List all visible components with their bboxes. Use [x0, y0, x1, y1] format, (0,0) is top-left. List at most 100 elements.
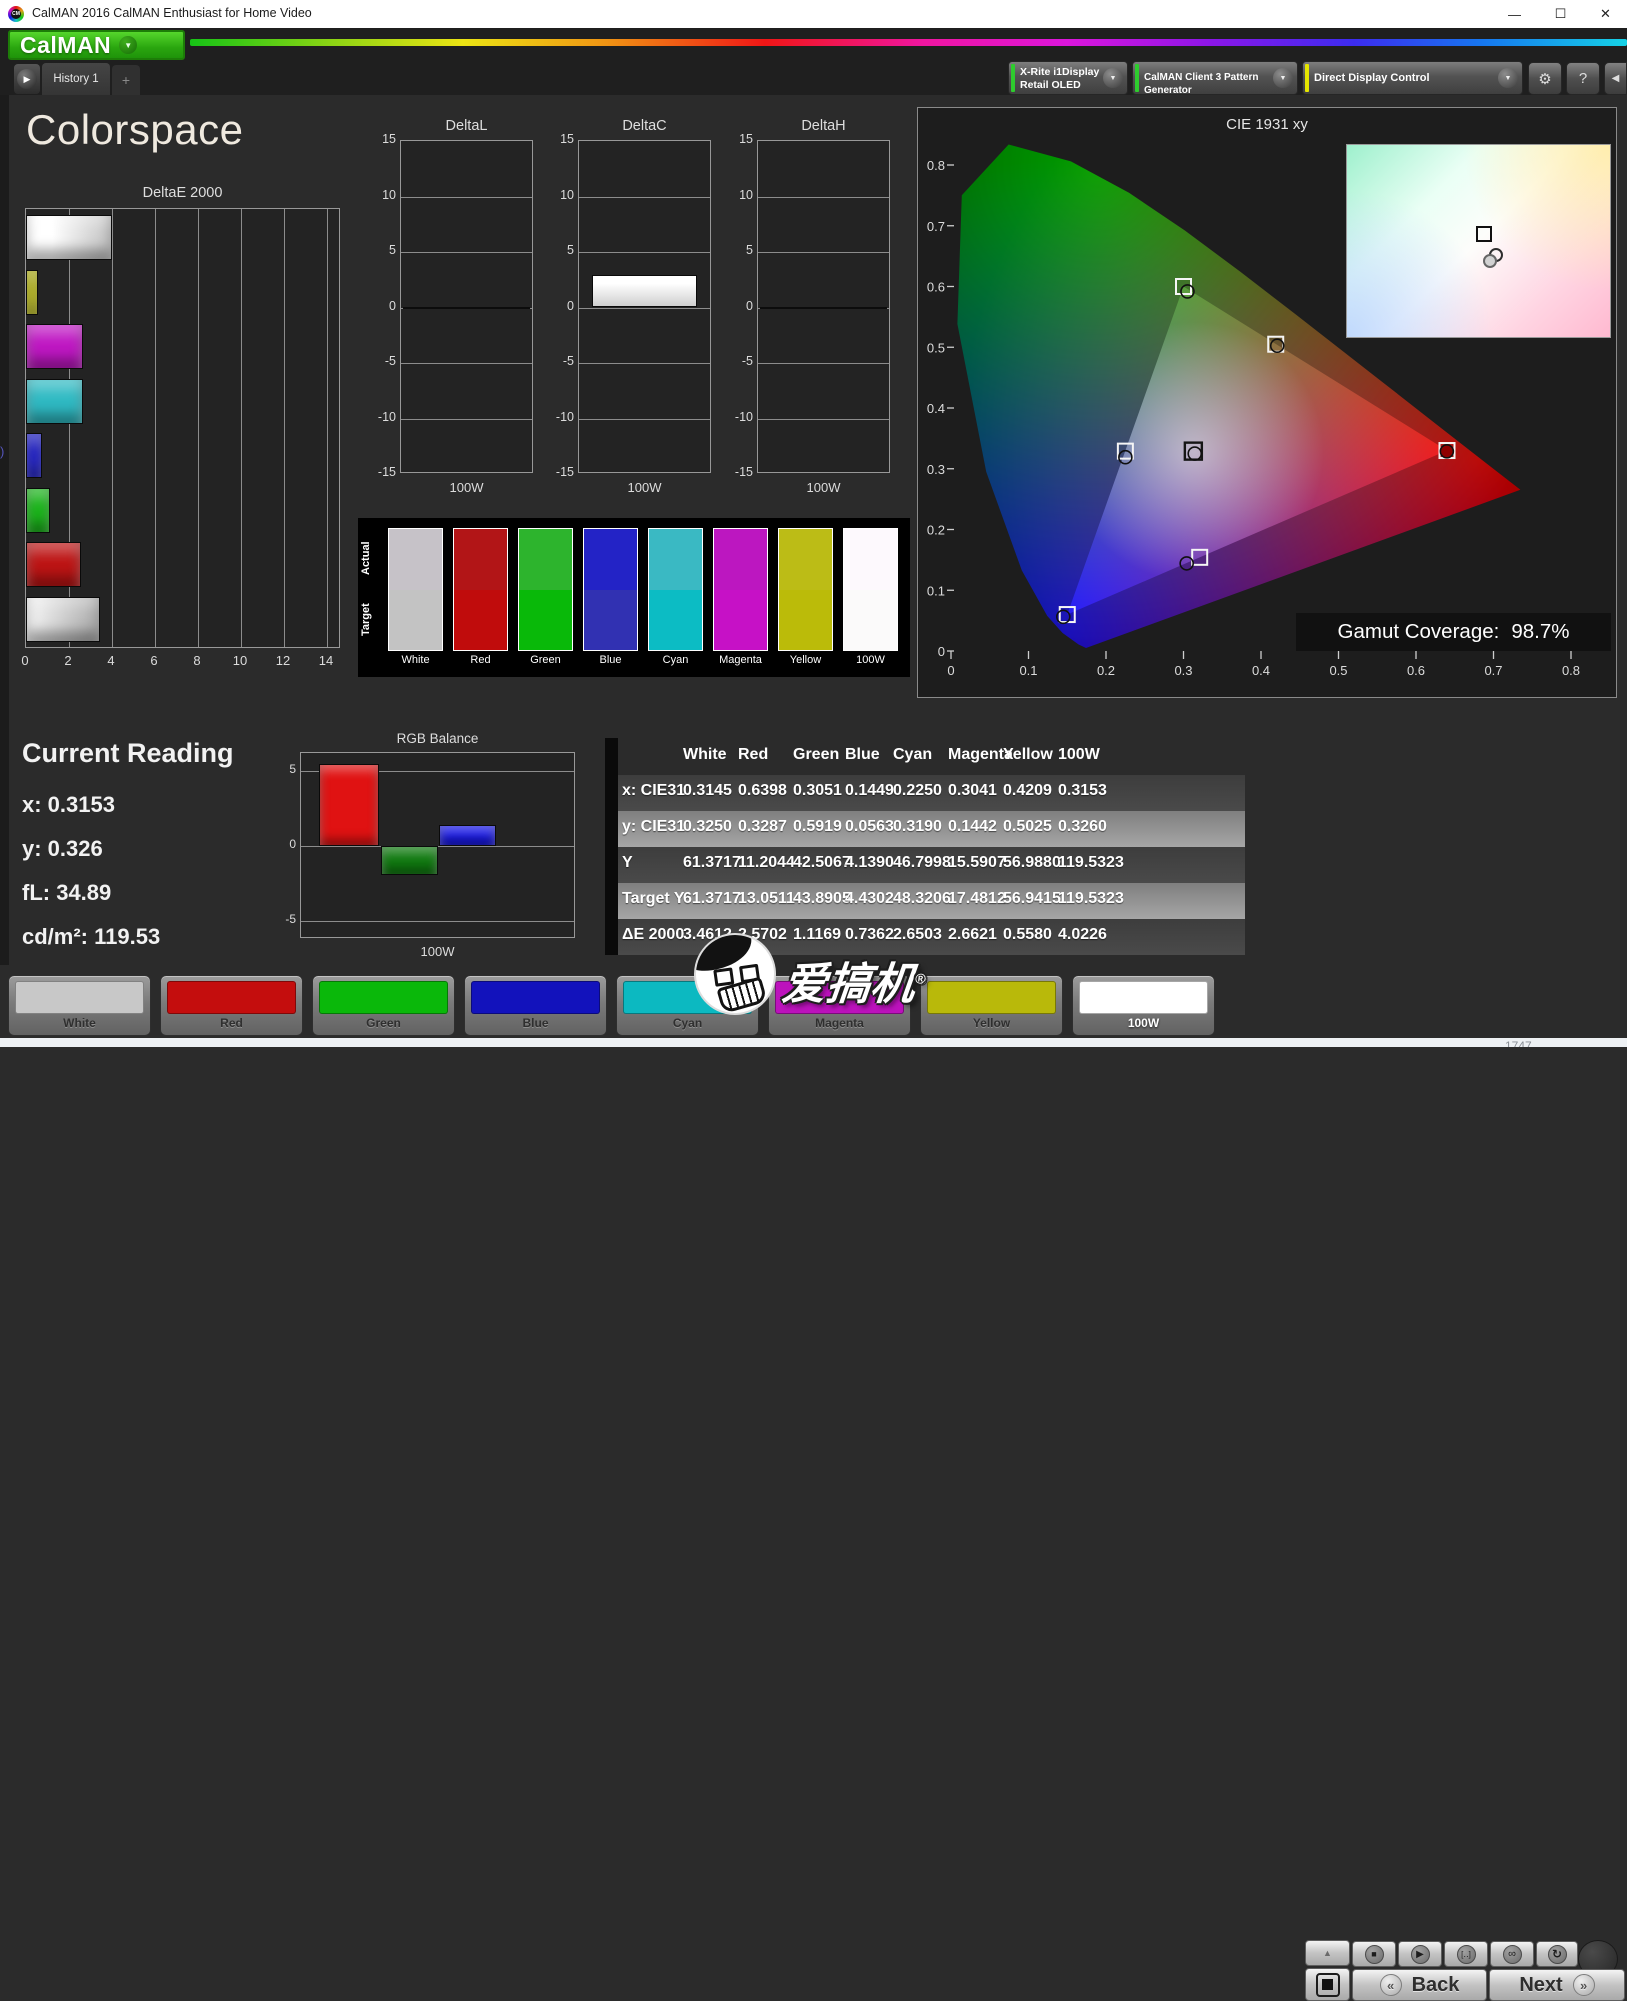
axis-tick-label: 12 [275, 653, 291, 668]
swatch-actual [583, 528, 638, 590]
left-edge-strip [0, 95, 9, 1038]
chart-title: DeltaH [801, 118, 846, 134]
table-cell: 2.6621 [948, 926, 997, 943]
rgb-bar-green [381, 846, 438, 875]
table-header-row: White Red Green Blue Cyan Magenta Yellow 100W [605, 738, 1245, 775]
transport-stop-button[interactable]: ■ [1352, 1941, 1396, 1967]
minimize-button[interactable]: — [1492, 0, 1537, 28]
pattern-button-blue[interactable]: Blue [464, 975, 607, 1036]
delta-bar-100w [592, 275, 697, 308]
swatch-target [583, 590, 638, 651]
expand-panel-button[interactable]: ▲ [1305, 1940, 1350, 1966]
axis-tick-label: -10 [734, 409, 753, 424]
display-control-dropdown[interactable]: Direct Display Control ▼ [1302, 61, 1523, 95]
close-button[interactable]: ✕ [1583, 0, 1627, 28]
deltae-bar-100w [26, 215, 113, 260]
axis-tick-label: 0.5 [1329, 663, 1347, 678]
table-row: Target Y 61.3717 13.0511 43.8905 4.4302 48.32… [605, 883, 1245, 919]
pattern-button-white[interactable]: White [8, 975, 151, 1036]
settings-button[interactable]: ⚙ [1528, 62, 1562, 95]
rainbow-accent-bar [190, 39, 1627, 46]
pattern-window-button[interactable]: [‥] [1444, 1941, 1488, 1967]
axis-tick-label: 0.4 [927, 401, 945, 416]
stray-glyph: ) [0, 444, 5, 459]
swatch-columns: White Red Green Blue Cyan Magenta Yellow 100W [358, 518, 910, 677]
next-button[interactable]: Next » [1489, 1969, 1625, 2001]
swatch-column-100w: 100W [843, 518, 898, 677]
table-cell: 56.9880 [1003, 854, 1061, 871]
axis-tick-label: 0.7 [927, 219, 945, 234]
table-cell: 0.6398 [738, 782, 787, 799]
play-icon: ▶ [1410, 1944, 1430, 1964]
source-status-bar [1135, 64, 1139, 92]
gridline [579, 363, 710, 364]
continuous-read-button[interactable]: ∞ [1490, 1941, 1534, 1967]
collapse-panel-button[interactable]: ◀ [1604, 62, 1627, 95]
zero-line [760, 306, 887, 309]
table-cell: 119.5323 [1058, 854, 1124, 871]
swatch-column-green: Green [518, 518, 573, 677]
calman-logo-menu[interactable]: CalMAN ▼ [8, 30, 185, 60]
pattern-button-yellow[interactable]: Yellow [920, 975, 1063, 1036]
stop-measure-button[interactable] [1305, 1968, 1350, 2001]
axis-tick-label: -5 [285, 912, 296, 926]
gamut-coverage-readout: Gamut Coverage: 98.7% [1296, 613, 1611, 651]
pattern-generator-dropdown[interactable]: CalMAN Client 3 Pattern Generator ▼ [1132, 61, 1298, 96]
back-button[interactable]: « Back [1352, 1969, 1487, 2001]
stop-icon: ■ [1364, 1944, 1384, 1964]
meter-dropdown[interactable]: X-Rite i1Display Retail OLED ▼ [1008, 61, 1128, 95]
axis-tick-label: 0.8 [1562, 663, 1580, 678]
window-title: CalMAN 2016 CalMAN Enthusiast for Home V… [32, 6, 312, 20]
swatch-column-red: Red [453, 518, 508, 677]
gridline [112, 209, 113, 647]
axis-tick-label: 5 [289, 762, 296, 776]
table-cell: 4.0226 [1058, 926, 1107, 943]
table-cell: 2.6503 [893, 926, 942, 943]
white-point-zoom-inset [1346, 144, 1611, 338]
reading-x: x: 0.3153 [22, 792, 115, 817]
column-header-white: White [683, 746, 727, 763]
transport-play-button[interactable]: ▶ [1398, 1941, 1442, 1967]
swatch-column-blue: Blue [583, 518, 638, 677]
swatch-actual [778, 528, 833, 590]
axis-tick-label: 0 [21, 653, 29, 668]
pattern-button-green[interactable]: Green [312, 975, 455, 1036]
pattern-label: 100W [1127, 1016, 1160, 1030]
refresh-button[interactable]: ↻ [1536, 1941, 1578, 1967]
pattern-button-100w[interactable]: 100W [1072, 975, 1215, 1036]
table-cell: 0.1449 [845, 782, 894, 799]
axis-tick-label: 5 [567, 243, 574, 257]
add-tab-button[interactable]: + [112, 65, 140, 95]
pattern-button-red[interactable]: Red [160, 975, 303, 1036]
help-button[interactable]: ? [1566, 62, 1600, 95]
rgb-bar-red [319, 763, 379, 846]
table-cell: 13.0511 [738, 890, 795, 907]
swatch-target [648, 590, 703, 651]
maximize-button[interactable]: ☐ [1538, 0, 1583, 28]
gear-icon: ⚙ [1538, 70, 1552, 88]
x-axis-label: 100W [627, 480, 662, 495]
page-title: Colorspace [26, 106, 244, 153]
swatch-target [713, 590, 768, 651]
axis-tick-label: 14 [318, 653, 334, 668]
gridline [401, 252, 532, 253]
table-cell: 0.1442 [948, 818, 997, 835]
pattern-label: Magenta [815, 1016, 864, 1030]
pattern-swatch [15, 981, 144, 1014]
axis-tick-label: 10 [382, 187, 396, 202]
swatch-target [778, 590, 833, 651]
axis-tick-label: -10 [377, 409, 396, 424]
gridline [579, 252, 710, 253]
tab-scroll-button[interactable]: ▶ [14, 64, 40, 94]
page-bottom-strip: 1747 [0, 1038, 1627, 1047]
deltac-plot-area [578, 140, 711, 473]
axis-tick-label: 0 [947, 663, 954, 678]
gridline [579, 418, 710, 420]
deltae-x-axis: 0 2 4 6 8 10 12 14 [21, 653, 340, 673]
axis-tick-label: 8 [193, 653, 201, 668]
column-header-blue: Blue [845, 746, 880, 763]
deltah-chart: DeltaH 100W 15 10 5 0 -5 -10 -15 [727, 118, 897, 518]
tab-history-1[interactable]: History 1 [42, 63, 110, 95]
deltae-bar-cyan [26, 378, 83, 424]
pattern-swatch [167, 981, 296, 1014]
